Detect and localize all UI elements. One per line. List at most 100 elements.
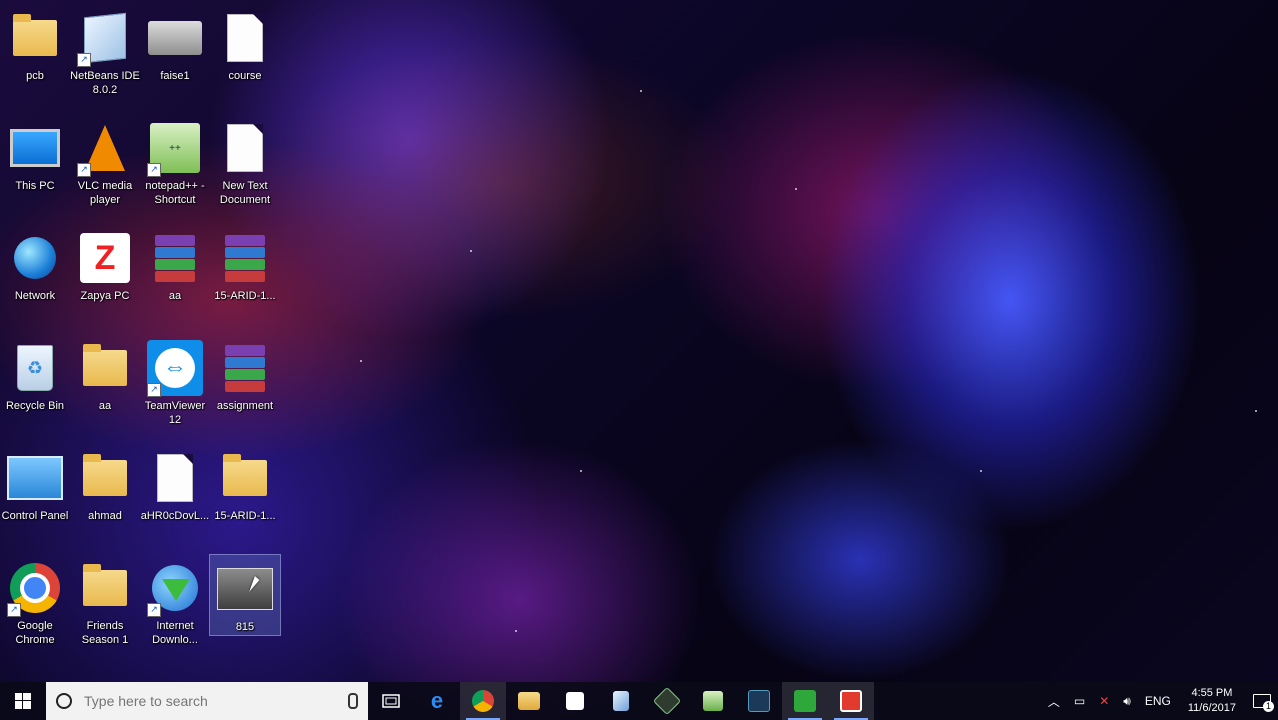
desktop-icon-friends-season-1[interactable]: Friends Season 1 [70, 554, 140, 664]
start-button[interactable] [0, 682, 46, 720]
icon-label: aHR0cDovL... [140, 510, 210, 522]
text-document-icon [217, 10, 273, 66]
control-panel-icon [7, 450, 63, 506]
computer-icon [7, 120, 63, 176]
volume-icon[interactable]: 🔊︎ [1116, 694, 1138, 709]
notification-count: 1 [1263, 701, 1274, 712]
taskbar-app-2[interactable] [736, 682, 782, 720]
icon-label: TeamViewer 12 [144, 400, 206, 426]
notepadpp-icon: ++ ↗ [147, 120, 203, 177]
desktop-icon-new-text-document[interactable]: New Text Document [210, 114, 280, 224]
edge-icon: e [430, 688, 444, 713]
desktop-icon-network[interactable]: Network [0, 224, 70, 334]
desktop-icon-aa-archive[interactable]: aa [140, 224, 210, 334]
icon-label: faise1 [160, 70, 190, 82]
desktop-icon-815[interactable]: 815 [209, 554, 281, 636]
icon-label: Friends Season 1 [81, 620, 129, 646]
icon-label: ahmad [88, 510, 122, 522]
icon-label: Zapya PC [80, 290, 130, 302]
microphone-icon[interactable] [348, 693, 358, 709]
windows-logo-icon [15, 693, 31, 709]
desktop: pcb This PC Network ♻ Recycle Bin Contro… [0, 0, 1278, 682]
desktop-icon-netbeans[interactable]: ↗ NetBeans IDE 8.0.2 [70, 4, 140, 114]
taskbar-file-explorer[interactable] [506, 682, 552, 720]
desktop-icon-ahmad[interactable]: ahmad [70, 444, 140, 554]
chevron-up-icon[interactable]: ︿ [1041, 693, 1067, 710]
netbeans-icon [613, 691, 629, 711]
network-disconnected-icon[interactable]: ✕ [1092, 694, 1116, 708]
app-icon [748, 690, 770, 712]
netbeans-icon: ↗ [77, 10, 133, 67]
taskbar-search-box[interactable] [46, 682, 368, 720]
system-tray: ︿ ▭ ✕ 🔊︎ ENG 4:55 PM 11/6/2017 1 [1041, 682, 1278, 720]
icon-label: Network [14, 290, 56, 302]
taskbar-netbeans[interactable] [598, 682, 644, 720]
shortcut-arrow-icon: ↗ [147, 163, 161, 177]
task-view-icon [382, 694, 400, 708]
icon-label: assignment [216, 400, 274, 412]
taskbar: e ︿ ▭ ✕ 🔊︎ ENG 4:55 PM 11/6/2017 1 [0, 682, 1278, 720]
video-thumbnail-icon [217, 561, 273, 617]
taskbar-store[interactable] [552, 682, 598, 720]
icon-label: 15-ARID-1... [214, 510, 276, 522]
taskbar-edge[interactable]: e [414, 682, 460, 720]
zapya-icon: Z [77, 230, 133, 286]
shortcut-arrow-icon: ↗ [7, 603, 21, 617]
shortcut-arrow-icon: ↗ [77, 53, 91, 67]
icon-label: 15-ARID-1... [214, 290, 276, 302]
notepadpp-icon [703, 691, 723, 711]
action-center-button[interactable]: 1 [1246, 682, 1278, 720]
desktop-icon-assignment[interactable]: assignment [210, 334, 280, 444]
icon-label: aa [98, 400, 112, 412]
task-view-button[interactable] [368, 682, 414, 720]
desktop-icon-ahr0cdovl[interactable]: aHR0cDovL... [140, 444, 210, 554]
desktop-icon-control-panel[interactable]: Control Panel [0, 444, 70, 554]
camtasia-icon [794, 690, 816, 712]
battery-icon[interactable]: ▭ [1067, 694, 1092, 708]
printer-image-icon [147, 10, 203, 66]
folder-icon [77, 340, 133, 396]
desktop-icon-15-arid-archive[interactable]: 15-ARID-1... [210, 224, 280, 334]
text-document-icon [217, 120, 273, 176]
taskbar-recorder[interactable] [828, 682, 874, 720]
winrar-archive-icon [147, 230, 203, 286]
language-indicator[interactable]: ENG [1138, 694, 1178, 708]
desktop-icon-google-chrome[interactable]: ↗ Google Chrome [0, 554, 70, 664]
taskbar-app-1[interactable] [644, 682, 690, 720]
folder-icon [77, 450, 133, 506]
shortcut-arrow-icon: ↗ [77, 163, 91, 177]
desktop-icon-15-arid-folder[interactable]: 15-ARID-1... [210, 444, 280, 554]
desktop-icon-this-pc[interactable]: This PC [0, 114, 70, 224]
desktop-icon-notepadpp[interactable]: ++ ↗ notepad++ - Shortcut [140, 114, 210, 224]
icon-label: course [228, 70, 262, 82]
desktop-icon-idm[interactable]: ↗ Internet Downlo... [140, 554, 210, 664]
folder-video-icon [77, 560, 133, 616]
desktop-icon-vlc[interactable]: ↗ VLC media player [70, 114, 140, 224]
desktop-icon-aa-folder[interactable]: aa [70, 334, 140, 444]
folder-person-icon [7, 10, 63, 66]
desktop-icon-teamviewer[interactable]: ⇔ ↗ TeamViewer 12 [140, 334, 210, 444]
clock-date: 11/6/2017 [1187, 702, 1236, 714]
chrome-icon: ↗ [7, 560, 63, 617]
taskbar-notepadpp[interactable] [690, 682, 736, 720]
icon-label: Internet Downlo... [152, 620, 198, 646]
desktop-icon-course[interactable]: course [210, 4, 280, 114]
desktop-icon-pcb[interactable]: pcb [0, 4, 70, 114]
vlc-cone-icon: ↗ [77, 120, 133, 177]
icon-label: 815 [235, 621, 255, 633]
shortcut-arrow-icon: ↗ [147, 603, 161, 617]
icon-label: Recycle Bin [5, 400, 65, 412]
taskbar-camtasia[interactable] [782, 682, 828, 720]
search-input[interactable] [82, 692, 348, 710]
desktop-icon-faise1[interactable]: faise1 [140, 4, 210, 114]
taskbar-chrome[interactable] [460, 682, 506, 720]
clock-time: 4:55 PM [1191, 687, 1233, 699]
blank-file-icon [147, 450, 203, 506]
desktop-icon-zapya[interactable]: Z Zapya PC [70, 224, 140, 334]
network-globe-icon [7, 230, 63, 286]
clock[interactable]: 4:55 PM 11/6/2017 [1178, 686, 1246, 716]
icon-label: VLC media player [77, 180, 133, 206]
teamviewer-icon: ⇔ ↗ [147, 340, 203, 397]
winrar-archive-icon [217, 230, 273, 286]
desktop-icon-recycle-bin[interactable]: ♻ Recycle Bin [0, 334, 70, 444]
